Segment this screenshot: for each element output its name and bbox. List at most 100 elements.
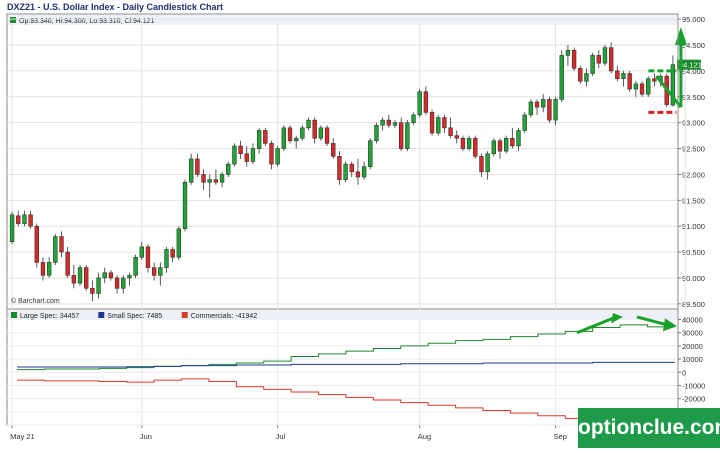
price-panel <box>6 13 679 310</box>
candle-body <box>238 145 243 154</box>
candle-body <box>417 91 422 116</box>
candle-body <box>96 277 101 294</box>
cot-legend-swatch <box>11 312 17 318</box>
candle-body <box>627 73 632 90</box>
candle-body <box>281 127 286 149</box>
candle-body <box>528 101 534 116</box>
cot-tick-label: 40000 <box>682 316 703 325</box>
cot-legend-label: Large Spec: 34457 <box>20 313 79 320</box>
candle-body <box>46 262 52 276</box>
cot-tick-label: 30000 <box>682 329 703 338</box>
candle-body <box>287 127 293 142</box>
candle-body <box>448 127 453 136</box>
candle-body <box>133 256 138 276</box>
candle-body <box>195 158 200 175</box>
candle-body <box>121 277 126 289</box>
candle-body <box>559 55 564 100</box>
candle-body <box>250 148 256 162</box>
candle-body <box>312 119 317 139</box>
candle-body <box>256 130 262 149</box>
candle-body <box>158 267 163 276</box>
candle-body <box>405 122 410 149</box>
candle-body <box>219 174 225 183</box>
candle-body <box>139 246 144 258</box>
candle-body <box>275 148 280 165</box>
x-tick-label: Sep <box>554 432 567 441</box>
candle-body <box>429 112 435 134</box>
candle-body <box>300 127 305 139</box>
candle-body <box>652 78 657 82</box>
candle-body <box>53 236 58 263</box>
cot-legend-label: Small Spec: 7485 <box>107 313 162 320</box>
candle-body <box>374 125 379 142</box>
candle-body <box>380 119 385 126</box>
candle-body <box>633 83 639 90</box>
candle-body <box>294 137 299 142</box>
candle-body <box>436 117 441 134</box>
candlestick-chart: DXZ21 - U.S. Dollar Index - Daily Candle… <box>0 0 720 448</box>
candle-body <box>9 214 15 242</box>
candle-body <box>466 137 472 149</box>
candle-body <box>615 70 620 79</box>
candle-body <box>263 130 268 144</box>
candle-body <box>454 135 459 139</box>
chart-title: DXZ21 - U.S. Dollar Index - Daily Candle… <box>7 2 223 12</box>
candle-body <box>40 262 46 276</box>
cot-legend-swatch <box>98 312 105 318</box>
cot-tick-label: 20000 <box>682 342 703 351</box>
candle-body <box>244 153 249 162</box>
price-tick-label: 95.000 <box>682 15 705 24</box>
chart-root: DXZ21 - U.S. Dollar Index - Daily Candle… <box>0 0 720 448</box>
candle-body <box>34 225 39 263</box>
candle-body <box>318 127 324 139</box>
candle-body <box>207 179 212 183</box>
cot-tick-label: 10000 <box>682 355 703 364</box>
candle-body <box>386 119 391 126</box>
candle-body <box>77 267 83 284</box>
credit: © Barchart.com <box>11 297 60 305</box>
candle-body <box>189 158 194 183</box>
x-tick-label: Aug <box>418 432 431 441</box>
candle-body <box>108 272 114 279</box>
candle-body <box>127 275 132 279</box>
candle-body <box>226 163 231 175</box>
cot-tick-label: -20000 <box>682 395 705 404</box>
candle-body <box>602 47 608 64</box>
candle-body <box>571 49 577 69</box>
candle-body <box>423 91 429 113</box>
candle-body <box>145 246 151 268</box>
candle-body <box>71 275 77 284</box>
candle-body <box>399 122 404 149</box>
candle-body <box>516 130 521 147</box>
cot-tick-label: 0 <box>682 368 686 377</box>
candle-body <box>201 174 206 183</box>
candle-body <box>90 288 95 294</box>
candle-body <box>349 163 354 173</box>
candle-body <box>151 267 157 276</box>
candle-body <box>621 73 626 79</box>
candle-body <box>491 140 496 154</box>
candle-body <box>331 143 336 157</box>
candle-body <box>65 251 70 276</box>
candle-body <box>646 78 651 95</box>
candle-body <box>59 236 64 253</box>
candle-body <box>84 267 89 289</box>
candle-body <box>584 73 589 82</box>
last-price-label: 94.121 <box>679 61 702 70</box>
candle-body <box>473 137 478 157</box>
watermark: optionclue.com <box>578 408 720 448</box>
candle-body <box>306 119 311 129</box>
candle-body <box>182 181 188 230</box>
candle-body <box>355 171 361 178</box>
candle-body <box>608 47 614 72</box>
candle-body <box>510 137 515 147</box>
x-tick-label: Jun <box>140 432 152 441</box>
candle-body <box>553 99 558 121</box>
candle-body <box>541 99 546 108</box>
candle-body <box>164 249 169 268</box>
candle-body <box>392 122 398 126</box>
candle-body <box>176 228 182 258</box>
candle-body <box>324 127 330 144</box>
candle-body <box>368 140 373 167</box>
candle-body <box>269 143 274 165</box>
